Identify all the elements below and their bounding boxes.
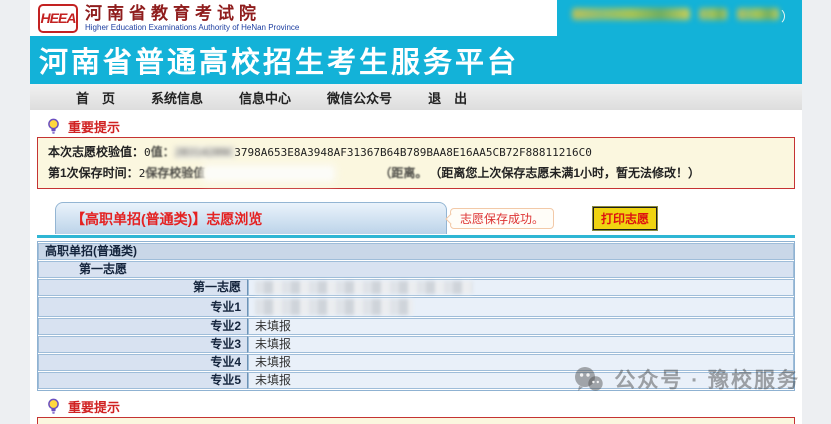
header-logo-area: HEEA 河南省教育考试院 Higher Education Examinati… [30,0,557,36]
org-names: 河南省教育考试院 Higher Education Examinations A… [85,5,299,32]
tab-label: 【高职单招(普通类)】志愿浏览 [71,209,262,229]
nav-item-logout[interactable]: 退 出 [428,88,467,107]
row-value: 未填报 [248,336,794,353]
tab-volunteer-preview[interactable]: 【高职单招(普通类)】志愿浏览 [55,202,447,234]
ghost-artifact: 值： [151,145,175,159]
group-header: 高职单招(普通类) [38,243,794,260]
checksum-label: 本次志愿校验值： [48,145,144,159]
lightbulb-icon [47,118,60,135]
heea-logo-text: HEEA [41,10,76,26]
volunteer-table: 高职单招(普通类) 第一志愿 第一志愿 专业1 专业2 [38,242,794,390]
welcome-text-redacted [572,8,690,20]
save-time-label: 第1次保存时间： [48,166,139,180]
row-label: 专业1 [38,297,248,317]
org-name-cn: 河南省教育考试院 [85,5,299,23]
volunteer-table-wrap: 高职单招(普通类) 第一志愿 第一志愿 专业1 专业2 [37,241,795,391]
welcome-text-redacted [699,8,727,20]
header-welcome-area: ） [557,0,802,36]
nav-item-system-info[interactable]: 系统信息 [151,88,203,107]
row-value [248,297,794,317]
section-title-text: 重要提示 [68,117,120,136]
nav-item-home[interactable]: 首 页 [76,88,115,107]
tab-row: 【高职单招(普通类)】志愿浏览 志愿保存成功。 打印志愿 [37,202,795,235]
welcome-text-redacted [737,8,779,20]
platform-title: 河南省普通高校招生考生服务平台 [39,39,519,81]
page: HEEA 河南省教育考试院 Higher Education Examinati… [0,0,831,424]
platform-banner: 河南省普通高校招生考生服务平台 [30,36,802,84]
checksum-line: 本次志愿校验值：0值：28314209C3798A653E8A3948AF313… [48,142,784,163]
row-label: 专业4 [38,354,248,371]
row-value: 未填报 [248,354,794,371]
row-value: 未填报 [248,372,794,389]
org-name-en: Higher Education Examinations Authority … [85,23,299,32]
row-value: 未填报 [248,318,794,335]
table-row: 专业4 未填报 [38,354,794,371]
teal-divider [37,235,795,238]
save-time-note: （距离您上次保存志愿未满1小时，暂无法修改！） [435,166,700,180]
lightbulb-icon [47,398,60,415]
save-status-bubble: 志愿保存成功。 [450,208,554,229]
row-label: 专业3 [38,336,248,353]
row-value [248,279,794,296]
save-time-line: 第1次保存时间：2保存校验值（距离。（距离您上次保存志愿未满1小时，暂无法修改！… [48,163,784,184]
save-status-text: 志愿保存成功。 [460,212,544,226]
heea-logo-icon: HEEA [38,4,78,33]
print-volunteer-button[interactable]: 打印志愿 [593,207,657,230]
subgroup-header: 第一志愿 [38,261,794,278]
table-row: 专业5 未填报 [38,372,794,389]
table-row: 专业3 未填报 [38,336,794,353]
ghost-artifact: （距离。 [379,166,427,180]
important-notice-title: 重要提示 [47,118,795,134]
main-nav: 首 页 系统信息 信息中心 微信公众号 退 出 [30,84,802,110]
redacted-value [255,299,413,315]
ghost-artifact: 保存校验值 [145,166,205,180]
table-group-row: 高职单招(普通类) [38,243,794,260]
section-title-text: 重要提示 [68,397,120,416]
site-container: HEEA 河南省教育考试院 Higher Education Examinati… [30,0,802,424]
table-row: 专业1 [38,297,794,317]
row-label: 第一志愿 [38,279,248,296]
checksum-redacted-part: 28314209C [175,146,235,159]
table-row: 第一志愿 [38,279,794,296]
important-notice-title-bottom: 重要提示 [47,398,795,414]
table-row: 专业2 未填报 [38,318,794,335]
notice-box-bottom: 本次志愿校验值：028314209C3798A653E8A3948AF31367… [37,417,795,424]
content: 重要提示 本次志愿校验值：0值：28314209C3798A653E8A3948… [30,110,802,424]
header: HEEA 河南省教育考试院 Higher Education Examinati… [30,0,802,36]
save-time-redacted [205,167,333,180]
row-label: 专业2 [38,318,248,335]
welcome-paren: ） [781,6,794,25]
nav-item-wechat[interactable]: 微信公众号 [327,88,392,107]
notice-box-top: 本次志愿校验值：0值：28314209C3798A653E8A3948AF313… [37,137,795,189]
row-label: 专业5 [38,372,248,389]
checksum-value: 3798A653E8A3948AF31367B64B789BAA8E16AA5C… [234,146,592,159]
nav-item-info-center[interactable]: 信息中心 [239,88,291,107]
table-subgroup-row: 第一志愿 [38,261,794,278]
redacted-value [255,281,473,294]
